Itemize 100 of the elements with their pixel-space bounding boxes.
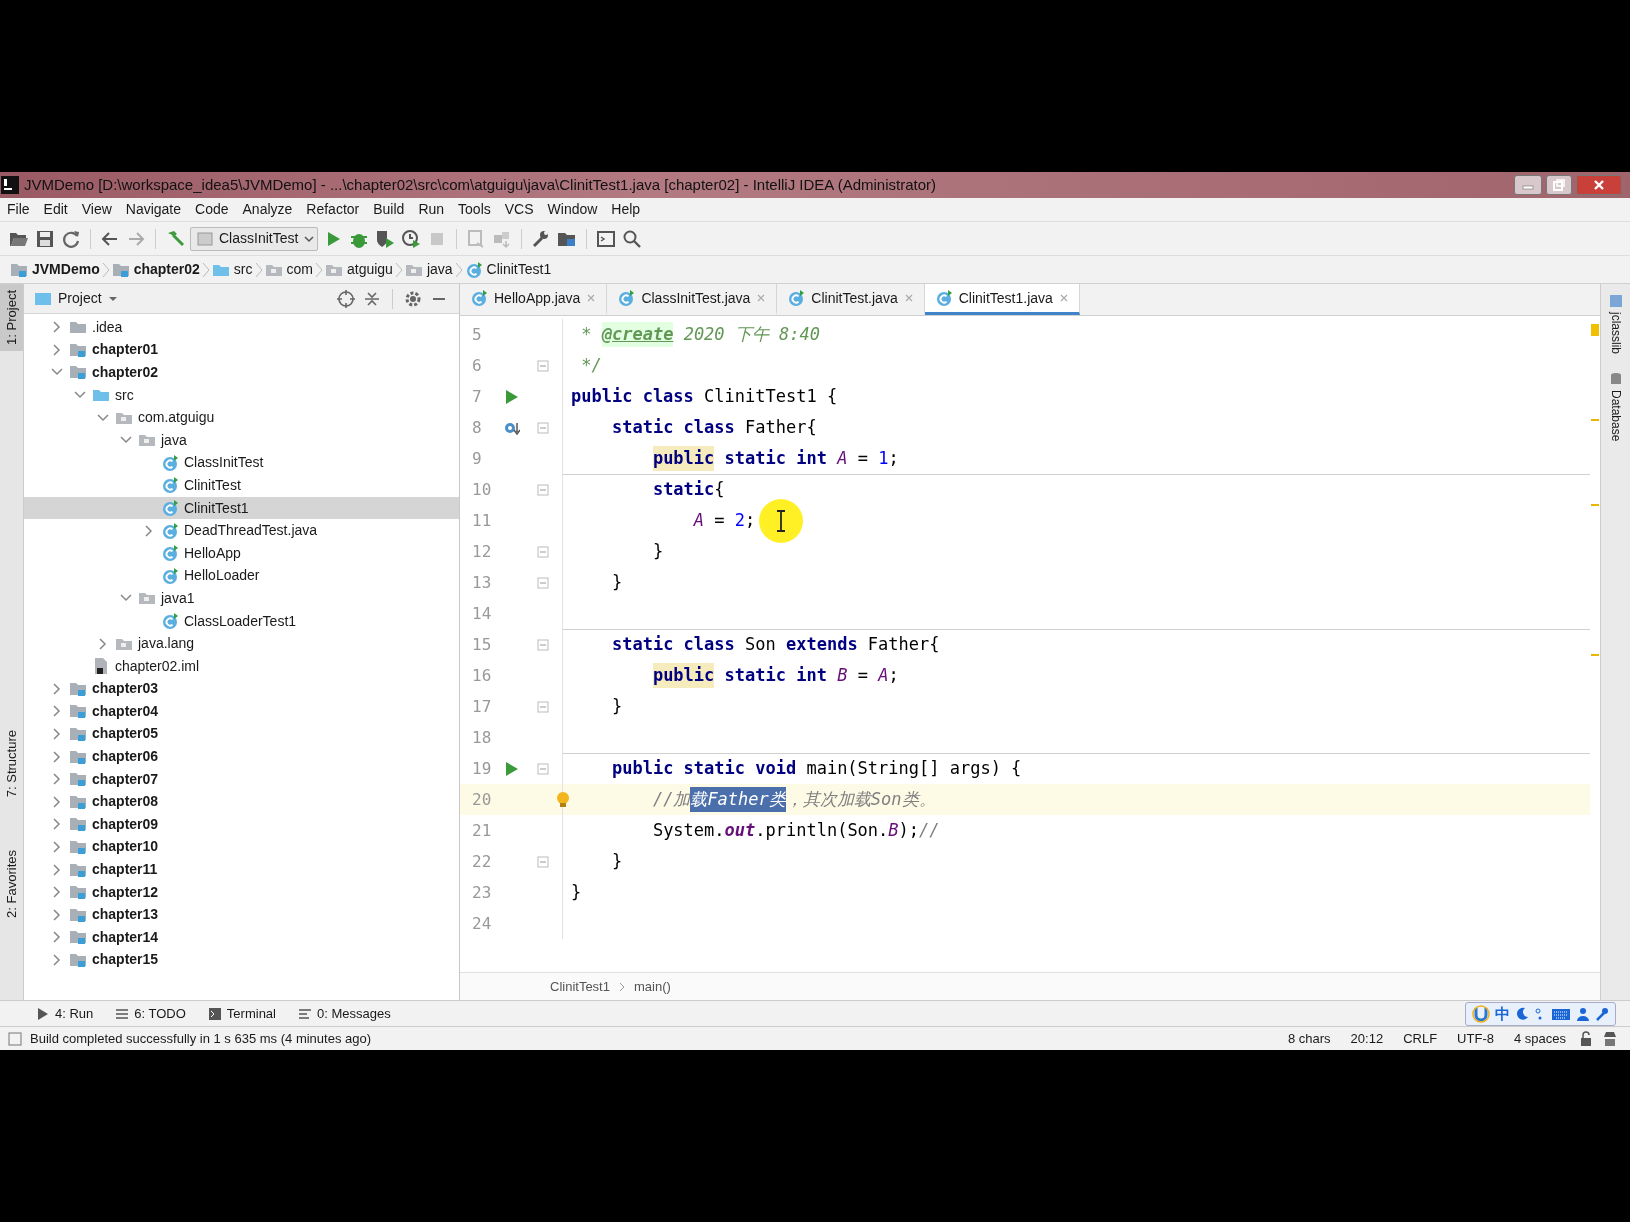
menu-item[interactable]: Analyze <box>235 199 300 220</box>
tool-window-tab[interactable]: 0: Messages <box>298 1003 391 1024</box>
fold-marker-icon[interactable] <box>537 638 549 651</box>
editor-tab[interactable]: ClassInitTest.java <box>607 284 778 315</box>
tree-item[interactable]: chapter09 <box>24 813 459 836</box>
menu-item[interactable]: View <box>74 199 119 220</box>
tree-item[interactable]: DeadThreadTest.java <box>24 519 459 542</box>
locate-icon[interactable] <box>336 288 356 309</box>
tree-item[interactable]: ClassInitTest <box>24 451 459 475</box>
tree-item[interactable]: chapter06 <box>24 745 459 768</box>
tree-item[interactable]: ClinitTest <box>24 474 459 497</box>
close-icon[interactable] <box>756 293 767 303</box>
menu-item[interactable]: Code <box>188 199 236 220</box>
tool-window-tab[interactable]: 4: Run <box>36 1003 94 1024</box>
status-item[interactable]: 4 spaces <box>1507 1028 1572 1049</box>
input-method-toolbar[interactable]: 中 <box>1465 1002 1616 1026</box>
tree-item[interactable]: chapter11 <box>24 858 459 881</box>
breadcrumb-item[interactable]: chapter02 <box>133 259 200 280</box>
editor-tab[interactable]: HelloApp.java <box>460 284 608 315</box>
tree-item[interactable]: chapter03 <box>24 677 459 701</box>
tree-item[interactable]: chapter02.iml <box>24 654 459 678</box>
menu-item[interactable]: Navigate <box>118 199 189 220</box>
menu-item[interactable]: Run <box>411 199 452 220</box>
tree-item[interactable]: chapter05 <box>24 722 459 746</box>
tree-item[interactable]: chapter15 <box>24 948 459 972</box>
tree-item[interactable]: java1 <box>24 587 459 610</box>
chevron-right-icon[interactable] <box>51 321 63 334</box>
breadcrumb-item[interactable]: atguigu <box>346 259 393 280</box>
chevron-right-icon[interactable] <box>51 908 63 921</box>
menu-item[interactable]: Edit <box>36 199 75 220</box>
tree-item[interactable]: chapter08 <box>24 790 459 814</box>
close-button[interactable] <box>1576 175 1622 195</box>
tree-item[interactable]: java.lang <box>24 632 459 655</box>
tree-item[interactable]: src <box>24 383 459 407</box>
tree-item[interactable]: ClassLoaderTest1 <box>24 609 459 633</box>
menu-item[interactable]: Help <box>604 199 648 220</box>
status-item[interactable]: 20:12 <box>1344 1028 1390 1049</box>
restore-button[interactable] <box>1546 175 1572 195</box>
breadcrumb-item[interactable]: JVMDemo <box>32 259 100 280</box>
fold-marker-icon[interactable] <box>537 855 549 868</box>
close-icon[interactable] <box>586 293 597 303</box>
chevron-right-icon[interactable] <box>51 818 63 831</box>
chevron-right-icon[interactable] <box>51 343 63 356</box>
run-configuration-dropdown[interactable]: ClassInitTest <box>190 226 318 251</box>
tree-item[interactable]: chapter02 <box>24 361 459 384</box>
clock-run-icon[interactable] <box>400 227 422 250</box>
fold-marker-icon[interactable] <box>537 545 549 558</box>
tree-item[interactable]: chapter14 <box>24 926 459 949</box>
tree-item[interactable]: HelloApp <box>24 541 459 565</box>
close-icon[interactable] <box>1058 293 1069 303</box>
tool-window-tab[interactable]: jclasslib <box>1606 294 1625 354</box>
tool-window-tab[interactable]: 2: Favorites <box>0 844 23 924</box>
editor-tab[interactable]: ClinitTest1.java <box>924 284 1080 315</box>
fold-marker-icon[interactable] <box>537 421 549 434</box>
tree-item[interactable]: chapter10 <box>24 835 459 859</box>
run-icon[interactable] <box>504 760 520 777</box>
breadcrumb-item[interactable]: java <box>426 259 453 280</box>
chevron-right-icon[interactable] <box>51 863 63 876</box>
fold-marker-icon[interactable] <box>537 359 549 372</box>
tree-item[interactable]: java <box>24 428 459 452</box>
chevron-right-icon[interactable] <box>51 886 63 899</box>
fold-marker-icon[interactable] <box>537 700 549 713</box>
breadcrumb-item[interactable]: com <box>286 259 313 280</box>
menu-item[interactable]: File <box>0 199 37 220</box>
breadcrumb-item[interactable]: ClinitTest1 <box>486 259 552 280</box>
menu-item[interactable]: VCS <box>497 199 541 220</box>
chevron-right-icon[interactable] <box>143 524 155 537</box>
tool-window-tab[interactable]: 7: Structure <box>0 724 23 804</box>
tree-item[interactable]: chapter12 <box>24 880 459 904</box>
tree-item[interactable]: com.atguigu <box>24 406 459 429</box>
chevron-right-icon[interactable] <box>51 773 63 786</box>
menu-item[interactable]: Window <box>540 199 605 220</box>
chevron-right-icon[interactable] <box>51 728 63 740</box>
status-item[interactable]: CRLF <box>1397 1028 1444 1049</box>
menu-item[interactable]: Refactor <box>299 199 367 220</box>
status-toggle-icon[interactable] <box>8 1031 22 1046</box>
chevron-right-icon[interactable] <box>51 795 63 808</box>
chevron-down-icon[interactable] <box>97 411 109 424</box>
fold-marker-icon[interactable] <box>537 576 549 589</box>
minimize-button[interactable] <box>1514 175 1542 195</box>
chevron-right-icon[interactable] <box>51 705 63 718</box>
menu-item[interactable]: Build <box>366 199 412 220</box>
status-item[interactable]: UTF-8 <box>1451 1028 1500 1049</box>
lock-icon[interactable] <box>1580 1030 1594 1047</box>
breadcrumb-item[interactable]: ClinitTest1 <box>550 976 610 997</box>
editor-tab[interactable]: ClinitTest.java <box>777 284 925 315</box>
chevron-right-icon[interactable] <box>97 637 109 650</box>
chevron-right-icon[interactable] <box>51 682 63 695</box>
lightbulb-icon[interactable] <box>556 790 570 809</box>
breadcrumb-item[interactable]: src <box>233 259 253 280</box>
chevron-right-icon[interactable] <box>51 750 63 763</box>
tree-item[interactable]: chapter01 <box>24 338 459 362</box>
chevron-right-icon[interactable] <box>51 840 63 853</box>
tool-window-tab[interactable]: Database <box>1606 372 1625 442</box>
tree-item[interactable]: chapter07 <box>24 767 459 791</box>
tool-window-tab[interactable]: 6: TODO <box>115 1003 186 1024</box>
tree-item[interactable]: chapter04 <box>24 700 459 723</box>
tree-item[interactable]: .idea <box>24 316 459 339</box>
tool-window-tab[interactable]: 1: Project <box>0 284 23 351</box>
tool-window-tab[interactable]: Terminal <box>207 1003 276 1024</box>
